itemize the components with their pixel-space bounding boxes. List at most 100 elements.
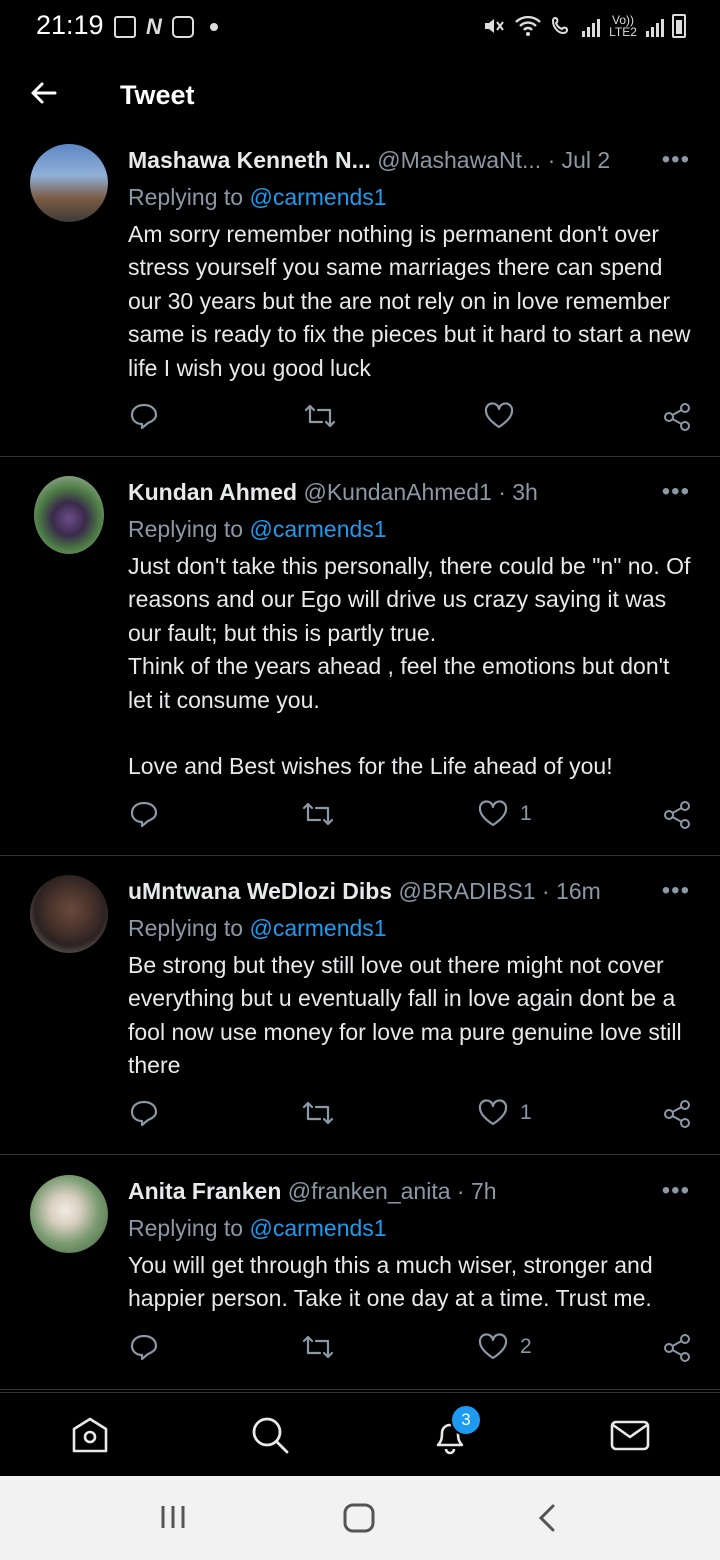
- tweet-time: · Jul 2: [547, 147, 611, 173]
- wifi-calling-icon: [551, 16, 569, 35]
- signal-1-icon: [582, 15, 600, 37]
- retweet-icon: [304, 404, 336, 428]
- avatar[interactable]: [30, 1175, 108, 1253]
- retweet-button[interactable]: [302, 1099, 334, 1127]
- tweet-actions: [128, 402, 698, 442]
- retweet-button[interactable]: [302, 1333, 334, 1361]
- back-button-icon[interactable]: [534, 1502, 560, 1534]
- system-navigation-bar: [0, 1476, 720, 1560]
- wifi-icon: [515, 15, 541, 36]
- reply-icon: [130, 1100, 158, 1127]
- replying-to: Replying to @carmends1: [128, 915, 387, 941]
- avatar[interactable]: [30, 144, 108, 222]
- avatar[interactable]: [34, 476, 104, 554]
- author-name[interactable]: Mashawa Kenneth N...: [128, 147, 371, 173]
- avatar[interactable]: [30, 875, 108, 953]
- share-button[interactable]: [662, 1099, 692, 1129]
- like-count: 2: [520, 1335, 532, 1358]
- tweet-time: · 7h: [456, 1178, 497, 1204]
- bottom-tab-bar: [0, 1392, 720, 1477]
- tweet[interactable]: uMntwana WeDlozi Dibs @BRADIBS1 · 16m ••…: [0, 869, 720, 1155]
- more-options-icon[interactable]: •••: [662, 478, 690, 506]
- tweet-text: Am sorry remember nothing is permanent d…: [128, 221, 697, 381]
- mention-link[interactable]: @carmends1: [249, 1215, 386, 1241]
- n-app-icon: N: [146, 14, 162, 39]
- home-icon[interactable]: [68, 1413, 112, 1457]
- reply-button[interactable]: [130, 1099, 158, 1127]
- tweet[interactable]: Kundan Ahmed @KundanAhmed1 · 3h ••• Repl…: [0, 470, 720, 856]
- header: Tweet: [0, 56, 720, 136]
- messages-mail-icon[interactable]: [608, 1413, 652, 1457]
- share-button[interactable]: [662, 1333, 692, 1363]
- tweet-text: You will get through this a much wiser, …: [128, 1252, 659, 1312]
- battery-icon: [672, 14, 686, 38]
- like-button[interactable]: 1: [478, 800, 532, 828]
- heart-icon: [478, 1099, 508, 1126]
- author-handle: @MashawaNt...: [377, 147, 542, 173]
- status-time: 21:19: [36, 10, 104, 40]
- tweet-actions: 2: [128, 1333, 698, 1373]
- share-icon: [664, 403, 690, 431]
- like-count: 1: [520, 1101, 532, 1124]
- mention-link[interactable]: @carmends1: [249, 915, 386, 941]
- author-name[interactable]: uMntwana WeDlozi Dibs: [128, 878, 392, 904]
- share-button[interactable]: [662, 402, 692, 432]
- retweet-icon: [302, 802, 334, 826]
- retweet-button[interactable]: [302, 800, 334, 828]
- replying-to: Replying to @carmends1: [128, 516, 387, 542]
- tweet-actions: 1: [128, 800, 698, 840]
- tweet[interactable]: Mashawa Kenneth N... @MashawaNt... · Jul…: [0, 138, 720, 457]
- notification-badge: 3: [450, 1404, 482, 1436]
- tweet-text: Be strong but they still love out there …: [128, 952, 688, 1079]
- replying-to: Replying to @carmends1: [128, 1215, 387, 1241]
- author-handle: @BRADIBS1: [398, 878, 536, 904]
- reply-icon: [130, 801, 158, 828]
- more-options-icon[interactable]: •••: [662, 877, 690, 905]
- reply-button[interactable]: [130, 800, 158, 828]
- signal-2-icon: [646, 15, 664, 37]
- replying-to: Replying to @carmends1: [128, 184, 387, 210]
- author-name[interactable]: Kundan Ahmed: [128, 479, 297, 505]
- reply-button[interactable]: [130, 402, 158, 430]
- app-badge-icon: [171, 16, 194, 38]
- share-icon: [664, 1100, 690, 1128]
- like-button[interactable]: 1: [478, 1099, 532, 1127]
- more-options-icon[interactable]: •••: [662, 146, 690, 174]
- heart-icon: [484, 402, 514, 429]
- retweet-icon: [302, 1101, 334, 1125]
- back-arrow-icon[interactable]: [28, 78, 58, 108]
- retweet-button[interactable]: [304, 402, 336, 430]
- retweet-icon: [302, 1335, 334, 1359]
- tweet-text: Just don't take this personally, there c…: [128, 553, 691, 780]
- like-count: 1: [520, 802, 532, 825]
- home-button-icon[interactable]: [342, 1502, 376, 1534]
- reply-button[interactable]: [130, 1333, 158, 1361]
- mention-link[interactable]: @carmends1: [249, 516, 386, 542]
- heart-icon: [478, 800, 508, 827]
- page-title: Tweet: [120, 80, 195, 110]
- tweet-time: · 3h: [498, 479, 538, 505]
- mention-link[interactable]: @carmends1: [249, 184, 386, 210]
- reply-icon: [130, 403, 158, 430]
- author-name[interactable]: Anita Franken: [128, 1178, 281, 1204]
- share-icon: [664, 801, 690, 829]
- network-label: Vo)) LTE2: [609, 13, 637, 39]
- heart-icon: [478, 1333, 508, 1360]
- notification-dot-icon: [209, 23, 218, 31]
- share-button[interactable]: [662, 800, 692, 830]
- author-handle: @franken_anita: [287, 1178, 451, 1204]
- tweet[interactable]: Anita Franken @franken_anita · 7h ••• Re…: [0, 1169, 720, 1390]
- share-icon: [664, 1334, 690, 1362]
- recent-apps-icon[interactable]: [158, 1502, 188, 1532]
- more-options-icon[interactable]: •••: [662, 1177, 690, 1205]
- status-bar: 21:19 N Vo)) LTE2: [0, 0, 720, 56]
- tweet-actions: 1: [128, 1099, 698, 1139]
- tweet-time: · 16m: [542, 878, 601, 904]
- like-button[interactable]: [484, 402, 526, 430]
- reply-icon: [130, 1334, 158, 1361]
- like-button[interactable]: 2: [478, 1333, 532, 1361]
- mute-icon: [485, 19, 504, 33]
- gallery-icon: [114, 16, 136, 38]
- author-handle: @KundanAhmed1: [303, 479, 492, 505]
- search-icon[interactable]: [248, 1413, 292, 1457]
